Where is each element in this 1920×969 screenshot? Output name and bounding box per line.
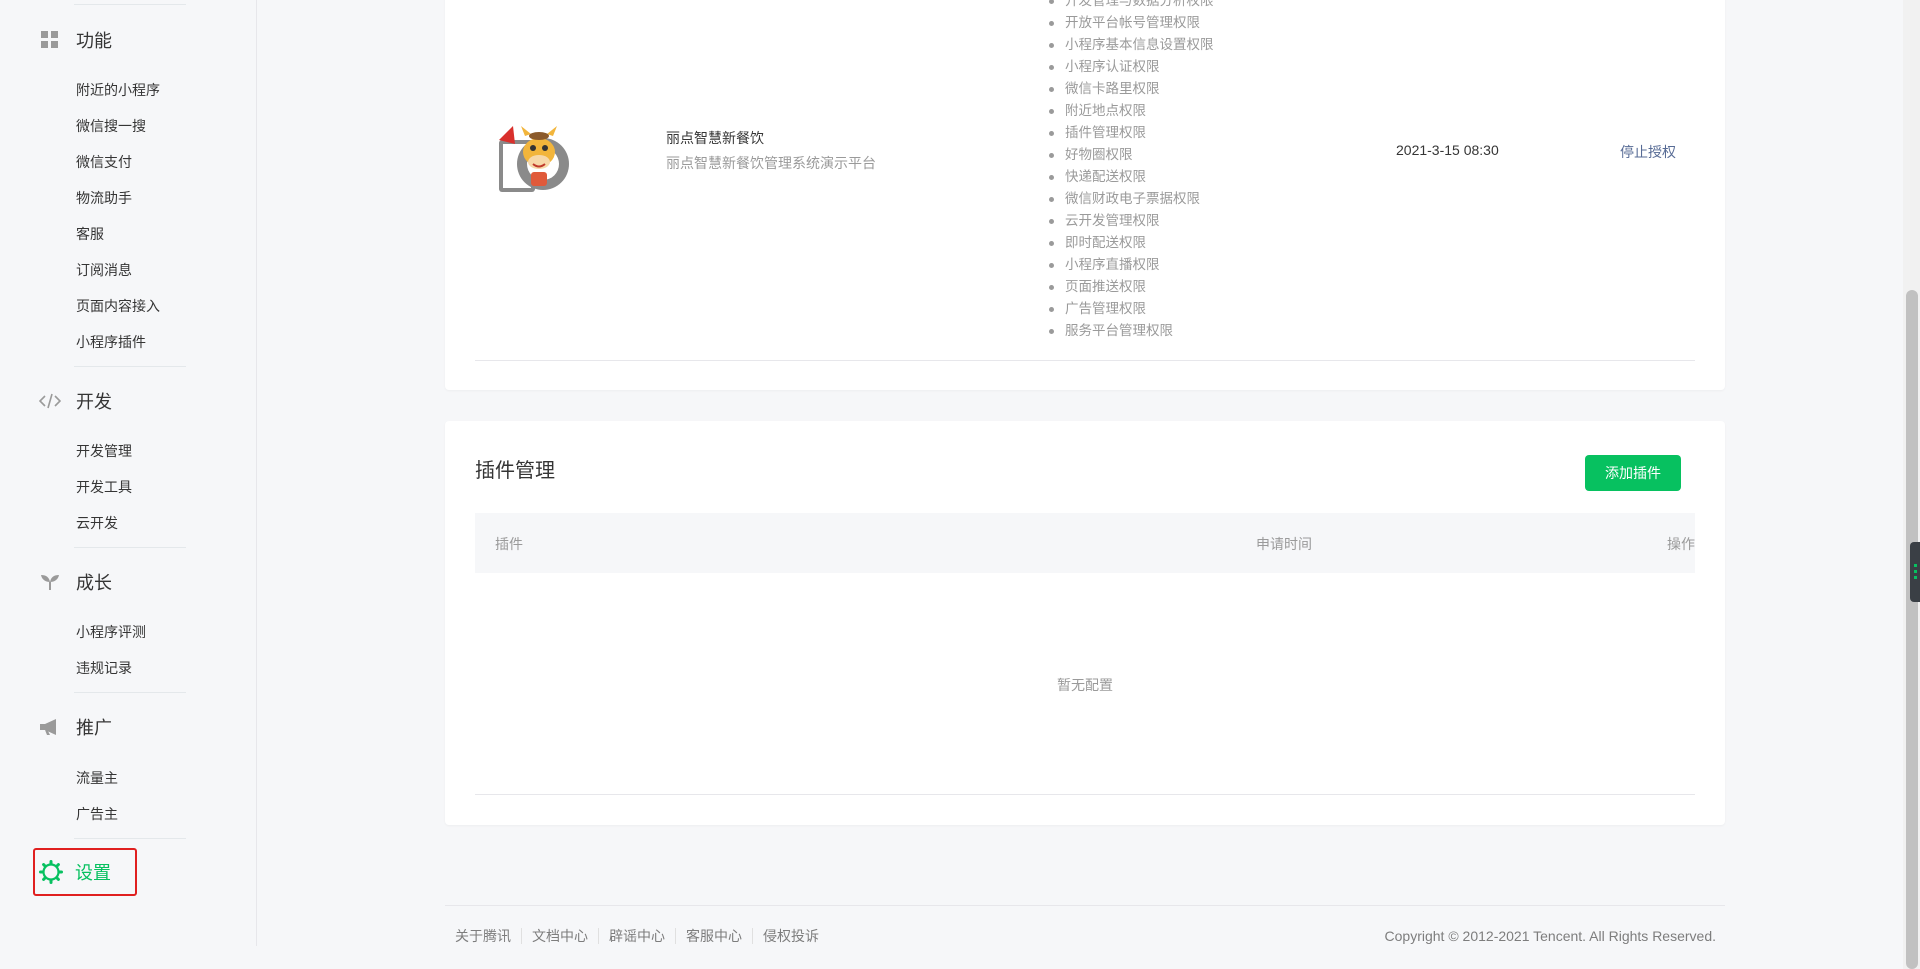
- sidebar-section-title: 成长: [76, 573, 112, 593]
- sidebar: 功能 附近的小程序 微信搜一搜 微信支付 物流助手 客服 订阅消息 页面内容接入…: [0, 0, 257, 946]
- footer-link-support[interactable]: 客服中心: [675, 928, 752, 944]
- panel-title: 插件管理: [475, 460, 555, 482]
- sidebar-section-title: 功能: [76, 31, 112, 51]
- permission-item: 微信财政电子票据权限: [1045, 188, 1214, 210]
- sidebar-item-violations[interactable]: 违规记录: [76, 658, 132, 678]
- permission-item: 开放平台帐号管理权限: [1045, 12, 1214, 34]
- sidebar-item-wechat-pay[interactable]: 微信支付: [76, 152, 132, 172]
- sidebar-section-title: 开发: [76, 392, 112, 412]
- authorized-app-panel: 丽点智慧新餐饮 丽点智慧新餐饮管理系统演示平台 开发管理与数据分析权限 开放平台…: [445, 0, 1725, 390]
- permission-item: 小程序基本信息设置权限: [1045, 34, 1214, 56]
- footer-link-rumor[interactable]: 辟谣中心: [598, 928, 675, 944]
- sidebar-item-traffic-owner[interactable]: 流量主: [76, 768, 118, 788]
- sidebar-item-subscribe-message[interactable]: 订阅消息: [76, 260, 132, 280]
- scrollbar-thumb[interactable]: [1906, 290, 1918, 969]
- sidebar-divider: [74, 692, 186, 693]
- app-name: 丽点智慧新餐饮: [666, 130, 764, 146]
- permission-item: 微信卡路里权限: [1045, 78, 1214, 100]
- footer-links: 关于腾讯 文档中心 辟谣中心 客服中心 侵权投诉: [455, 928, 829, 944]
- sidebar-item-page-content[interactable]: 页面内容接入: [76, 296, 160, 316]
- sidebar-item-nearby-miniprogram[interactable]: 附近的小程序: [76, 80, 160, 100]
- permission-list: 开发管理与数据分析权限 开放平台帐号管理权限 小程序基本信息设置权限 小程序认证…: [1045, 0, 1214, 342]
- sidebar-divider: [74, 547, 186, 548]
- permission-item: 即时配送权限: [1045, 232, 1214, 254]
- copyright-text: Copyright © 2012-2021 Tencent. All Right…: [1384, 928, 1716, 944]
- app-logo: [493, 114, 579, 200]
- sidebar-section-growth[interactable]: 成长: [38, 568, 112, 596]
- sidebar-item-evaluation[interactable]: 小程序评测: [76, 622, 146, 642]
- sidebar-item-logistics[interactable]: 物流助手: [76, 188, 132, 208]
- sprout-icon: [38, 570, 62, 594]
- permission-item: 好物圈权限: [1045, 144, 1214, 166]
- sidebar-item-customer-service[interactable]: 客服: [76, 224, 104, 244]
- column-header-apply-time: 申请时间: [1256, 536, 1312, 552]
- permission-item: 服务平台管理权限: [1045, 320, 1214, 342]
- permission-item: 快递配送权限: [1045, 166, 1214, 188]
- sidebar-section-develop[interactable]: 开发: [38, 387, 112, 415]
- sidebar-divider: [74, 366, 186, 367]
- permission-item: 附近地点权限: [1045, 100, 1214, 122]
- table-header: 插件 申请时间 操作: [475, 513, 1695, 573]
- permission-item: 页面推送权限: [1045, 276, 1214, 298]
- grid-icon: [38, 28, 62, 52]
- stop-authorization-link[interactable]: 停止授权: [1620, 142, 1676, 162]
- sidebar-item-advertiser[interactable]: 广告主: [76, 804, 118, 824]
- permission-item: 云开发管理权限: [1045, 210, 1214, 232]
- permission-item: 广告管理权限: [1045, 298, 1214, 320]
- gear-icon: [39, 860, 63, 884]
- plugin-management-panel: 插件管理 添加插件 插件 申请时间 操作 暂无配置: [445, 421, 1725, 825]
- side-panel-handle[interactable]: [1910, 542, 1920, 602]
- code-icon: [38, 389, 62, 413]
- permission-item: 开发管理与数据分析权限: [1045, 0, 1214, 12]
- sidebar-item-cloud-dev[interactable]: 云开发: [76, 513, 118, 533]
- column-header-plugin: 插件: [495, 536, 523, 552]
- permission-item: 小程序直播权限: [1045, 254, 1214, 276]
- permission-item: 插件管理权限: [1045, 122, 1214, 144]
- sidebar-divider: [74, 838, 186, 839]
- sidebar-settings-label: 设置: [75, 863, 111, 883]
- megaphone-icon: [38, 715, 62, 739]
- empty-state-text: 暂无配置: [1057, 677, 1113, 693]
- sidebar-item-settings[interactable]: 设置: [33, 848, 137, 896]
- add-plugin-button[interactable]: 添加插件: [1585, 455, 1681, 491]
- row-divider: [475, 360, 1695, 361]
- sidebar-divider: [74, 4, 186, 5]
- sidebar-item-plugins[interactable]: 小程序插件: [76, 332, 146, 352]
- footer-link-about[interactable]: 关于腾讯: [455, 928, 521, 944]
- auth-time: 2021-3-15 08:30: [1396, 142, 1499, 158]
- table-bottom-divider: [475, 794, 1695, 795]
- footer-link-complaint[interactable]: 侵权投诉: [752, 928, 829, 944]
- column-header-action: 操作: [1667, 536, 1695, 552]
- sidebar-item-dev-tools[interactable]: 开发工具: [76, 477, 132, 497]
- app-description: 丽点智慧新餐饮管理系统演示平台: [666, 155, 876, 171]
- scrollbar-track[interactable]: [1903, 0, 1920, 969]
- sidebar-section-features[interactable]: 功能: [38, 26, 112, 54]
- sidebar-section-title: 推广: [76, 718, 112, 738]
- sidebar-item-dev-management[interactable]: 开发管理: [76, 441, 132, 461]
- sidebar-section-promote[interactable]: 推广: [38, 713, 112, 741]
- permission-item: 小程序认证权限: [1045, 56, 1214, 78]
- footer-divider: [445, 905, 1725, 906]
- sidebar-item-wechat-search[interactable]: 微信搜一搜: [76, 116, 146, 136]
- footer-link-docs[interactable]: 文档中心: [521, 928, 598, 944]
